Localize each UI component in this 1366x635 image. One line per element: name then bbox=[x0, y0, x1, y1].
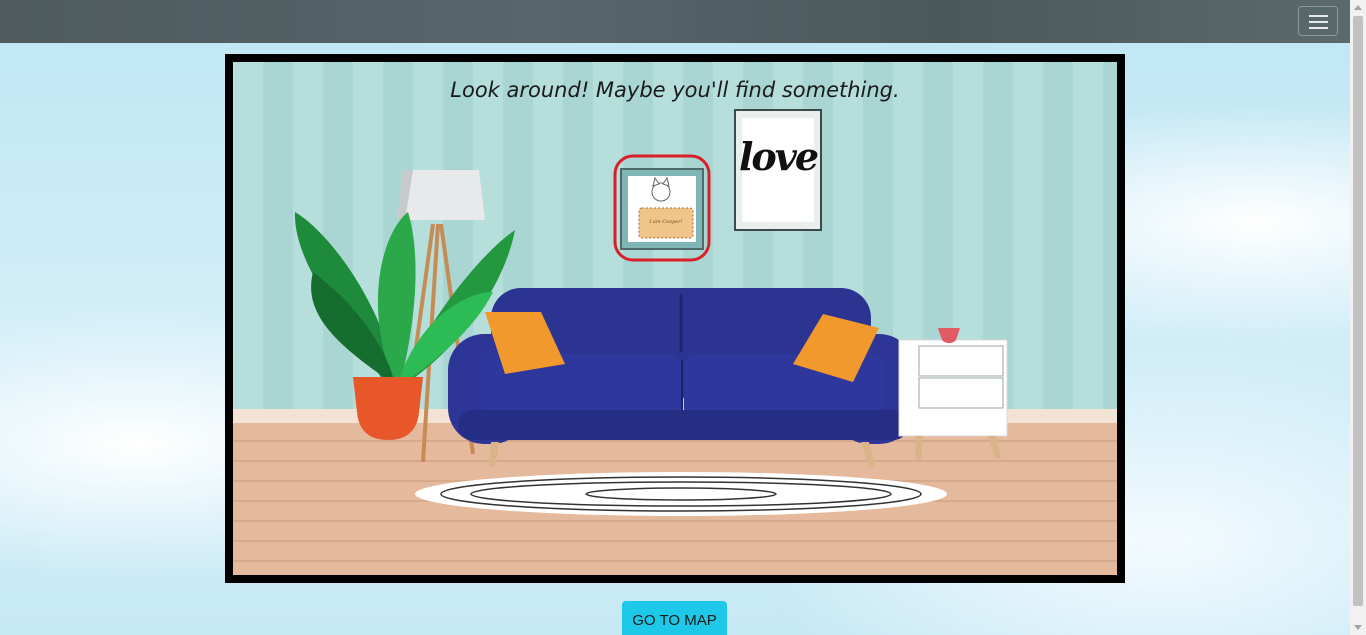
framed-dog-picture[interactable] bbox=[613, 154, 711, 262]
page-scrollbar[interactable] bbox=[1350, 0, 1366, 635]
oval-rug bbox=[415, 472, 947, 516]
hamburger-line bbox=[1309, 21, 1328, 23]
scroll-up-arrow-icon[interactable] bbox=[1354, 5, 1362, 10]
scrollbar-thumb[interactable] bbox=[1353, 16, 1363, 606]
living-room-scene: Look around! Maybe you'll find something… bbox=[233, 62, 1117, 575]
scene-caption: Look around! Maybe you'll find something… bbox=[450, 78, 900, 102]
dog-sign-text: I am Cooper! bbox=[649, 219, 683, 225]
hamburger-menu-icon bbox=[1309, 15, 1328, 17]
top-navbar bbox=[0, 0, 1350, 43]
menu-toggle-button[interactable] bbox=[1298, 6, 1338, 36]
room-scene-frame: Look around! Maybe you'll find something… bbox=[225, 54, 1125, 583]
living-room-illustration bbox=[233, 62, 1117, 575]
go-to-map-button[interactable]: GO TO MAP bbox=[622, 601, 727, 635]
poster-text: love bbox=[738, 134, 818, 179]
scroll-down-arrow-icon[interactable] bbox=[1354, 625, 1362, 630]
hamburger-line bbox=[1309, 27, 1328, 29]
